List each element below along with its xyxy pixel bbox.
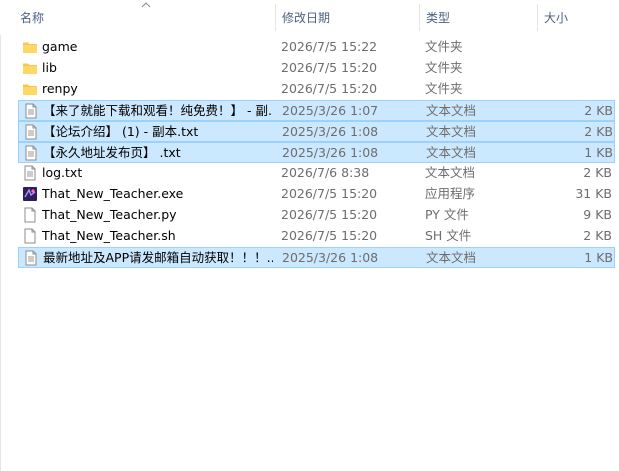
- file-type: 文本文档: [425, 165, 476, 180]
- file-name: 最新地址及APP请发邮箱自动获取！！！...: [43, 250, 273, 265]
- file-date-modified: 2026/7/5 15:20: [281, 60, 378, 75]
- text-file-icon: [25, 124, 37, 140]
- file-size: [540, 79, 612, 98]
- file-row[interactable]: 【论坛介绍】 (1) - 副本.txt 2025/3/26 1:08 文本文档 2 K…: [18, 121, 615, 142]
- blank-file-icon: [24, 207, 36, 223]
- file-row[interactable]: 【永久地址发布页】 .txt 2025/3/26 1:08 文本文档 1 KB: [18, 142, 615, 163]
- file-date-modified: 2026/7/5 15:20: [281, 81, 378, 96]
- file-explorer-list-view: 名称 修改日期 类型 大小 game 2026/7/5 15:22 文件夹 lib 20…: [0, 0, 619, 471]
- file-size: 2 KB: [583, 165, 612, 180]
- file-date-modified: 2025/3/26 1:08: [282, 250, 379, 265]
- file-size: 1 KB: [584, 250, 613, 265]
- column-header-row: 名称 修改日期 类型 大小: [0, 0, 619, 35]
- file-date-modified: 2025/3/26 1:07: [282, 103, 379, 118]
- exe-icon: [23, 187, 37, 201]
- column-header-date[interactable]: 修改日期: [276, 0, 419, 35]
- file-type: 文件夹: [425, 60, 463, 75]
- file-type: 文本文档: [426, 103, 477, 118]
- file-name: 【来了就能下载和观看！纯免费！】 - 副...: [43, 103, 273, 118]
- file-date-modified: 2026/7/5 15:20: [281, 186, 378, 201]
- file-type: 文本文档: [426, 124, 477, 139]
- file-type: 文本文档: [426, 250, 477, 265]
- text-file-icon: [24, 165, 36, 181]
- file-size: 31 KB: [575, 186, 612, 201]
- file-size: [540, 37, 612, 56]
- file-size: 1 KB: [584, 145, 613, 160]
- file-name: That_New_Teacher.sh: [42, 228, 176, 243]
- file-row[interactable]: That_New_Teacher.py 2026/7/5 15:20 PY 文件 9 …: [18, 205, 615, 226]
- file-name: 【永久地址发布页】 .txt: [43, 145, 181, 160]
- file-name: That_New_Teacher.exe: [42, 186, 184, 201]
- file-date-modified: 2026/7/5 15:20: [281, 207, 378, 222]
- file-row[interactable]: 最新地址及APP请发邮箱自动获取！！！... 2025/3/26 1:08 文本文档…: [18, 247, 615, 268]
- file-name: renpy: [42, 81, 78, 96]
- file-date-modified: 2025/3/26 1:08: [282, 124, 379, 139]
- file-type: 文本文档: [426, 145, 477, 160]
- file-size: 9 KB: [583, 207, 612, 222]
- file-row[interactable]: 【来了就能下载和观看！纯免费！】 - 副... 2025/3/26 1:07 文本文…: [18, 100, 615, 121]
- blank-file-icon: [24, 228, 36, 244]
- file-type: 文件夹: [425, 39, 463, 54]
- file-size: 2 KB: [584, 103, 613, 118]
- file-date-modified: 2026/7/5 15:20: [281, 228, 378, 243]
- file-row[interactable]: log.txt 2026/7/6 8:38 文本文档 2 KB: [18, 163, 615, 184]
- file-size: 2 KB: [583, 228, 612, 243]
- column-header-name[interactable]: 名称: [14, 0, 275, 35]
- file-size: 2 KB: [584, 124, 613, 139]
- file-date-modified: 2025/3/26 1:08: [282, 145, 379, 160]
- file-type: 文件夹: [425, 81, 463, 96]
- file-name: lib: [42, 60, 57, 75]
- file-row[interactable]: game 2026/7/5 15:22 文件夹: [18, 37, 615, 58]
- file-name: That_New_Teacher.py: [42, 207, 177, 222]
- file-name: log.txt: [42, 165, 83, 180]
- file-type: SH 文件: [425, 228, 472, 243]
- folder-icon: [23, 84, 37, 95]
- file-type: 应用程序: [425, 186, 476, 201]
- column-header-size[interactable]: 大小: [538, 0, 619, 35]
- folder-icon: [23, 63, 37, 74]
- folder-icon: [23, 42, 37, 53]
- column-header-type[interactable]: 类型: [420, 0, 537, 35]
- text-file-icon: [25, 103, 37, 119]
- file-row[interactable]: That_New_Teacher.exe 2026/7/5 15:20 应用程序 31…: [18, 184, 615, 205]
- file-row[interactable]: renpy 2026/7/5 15:20 文件夹: [18, 79, 615, 100]
- file-name: game: [42, 39, 78, 54]
- text-file-icon: [25, 250, 37, 266]
- file-size: [540, 58, 612, 77]
- file-name: 【论坛介绍】 (1) - 副本.txt: [43, 124, 199, 139]
- file-row[interactable]: That_New_Teacher.sh 2026/7/5 15:20 SH 文件 2 …: [18, 226, 615, 247]
- left-border: [0, 0, 1, 471]
- text-file-icon: [25, 145, 37, 161]
- file-date-modified: 2026/7/5 15:22: [281, 39, 378, 54]
- file-row[interactable]: lib 2026/7/5 15:20 文件夹: [18, 58, 615, 79]
- file-type: PY 文件: [425, 207, 469, 222]
- file-date-modified: 2026/7/6 8:38: [281, 165, 370, 180]
